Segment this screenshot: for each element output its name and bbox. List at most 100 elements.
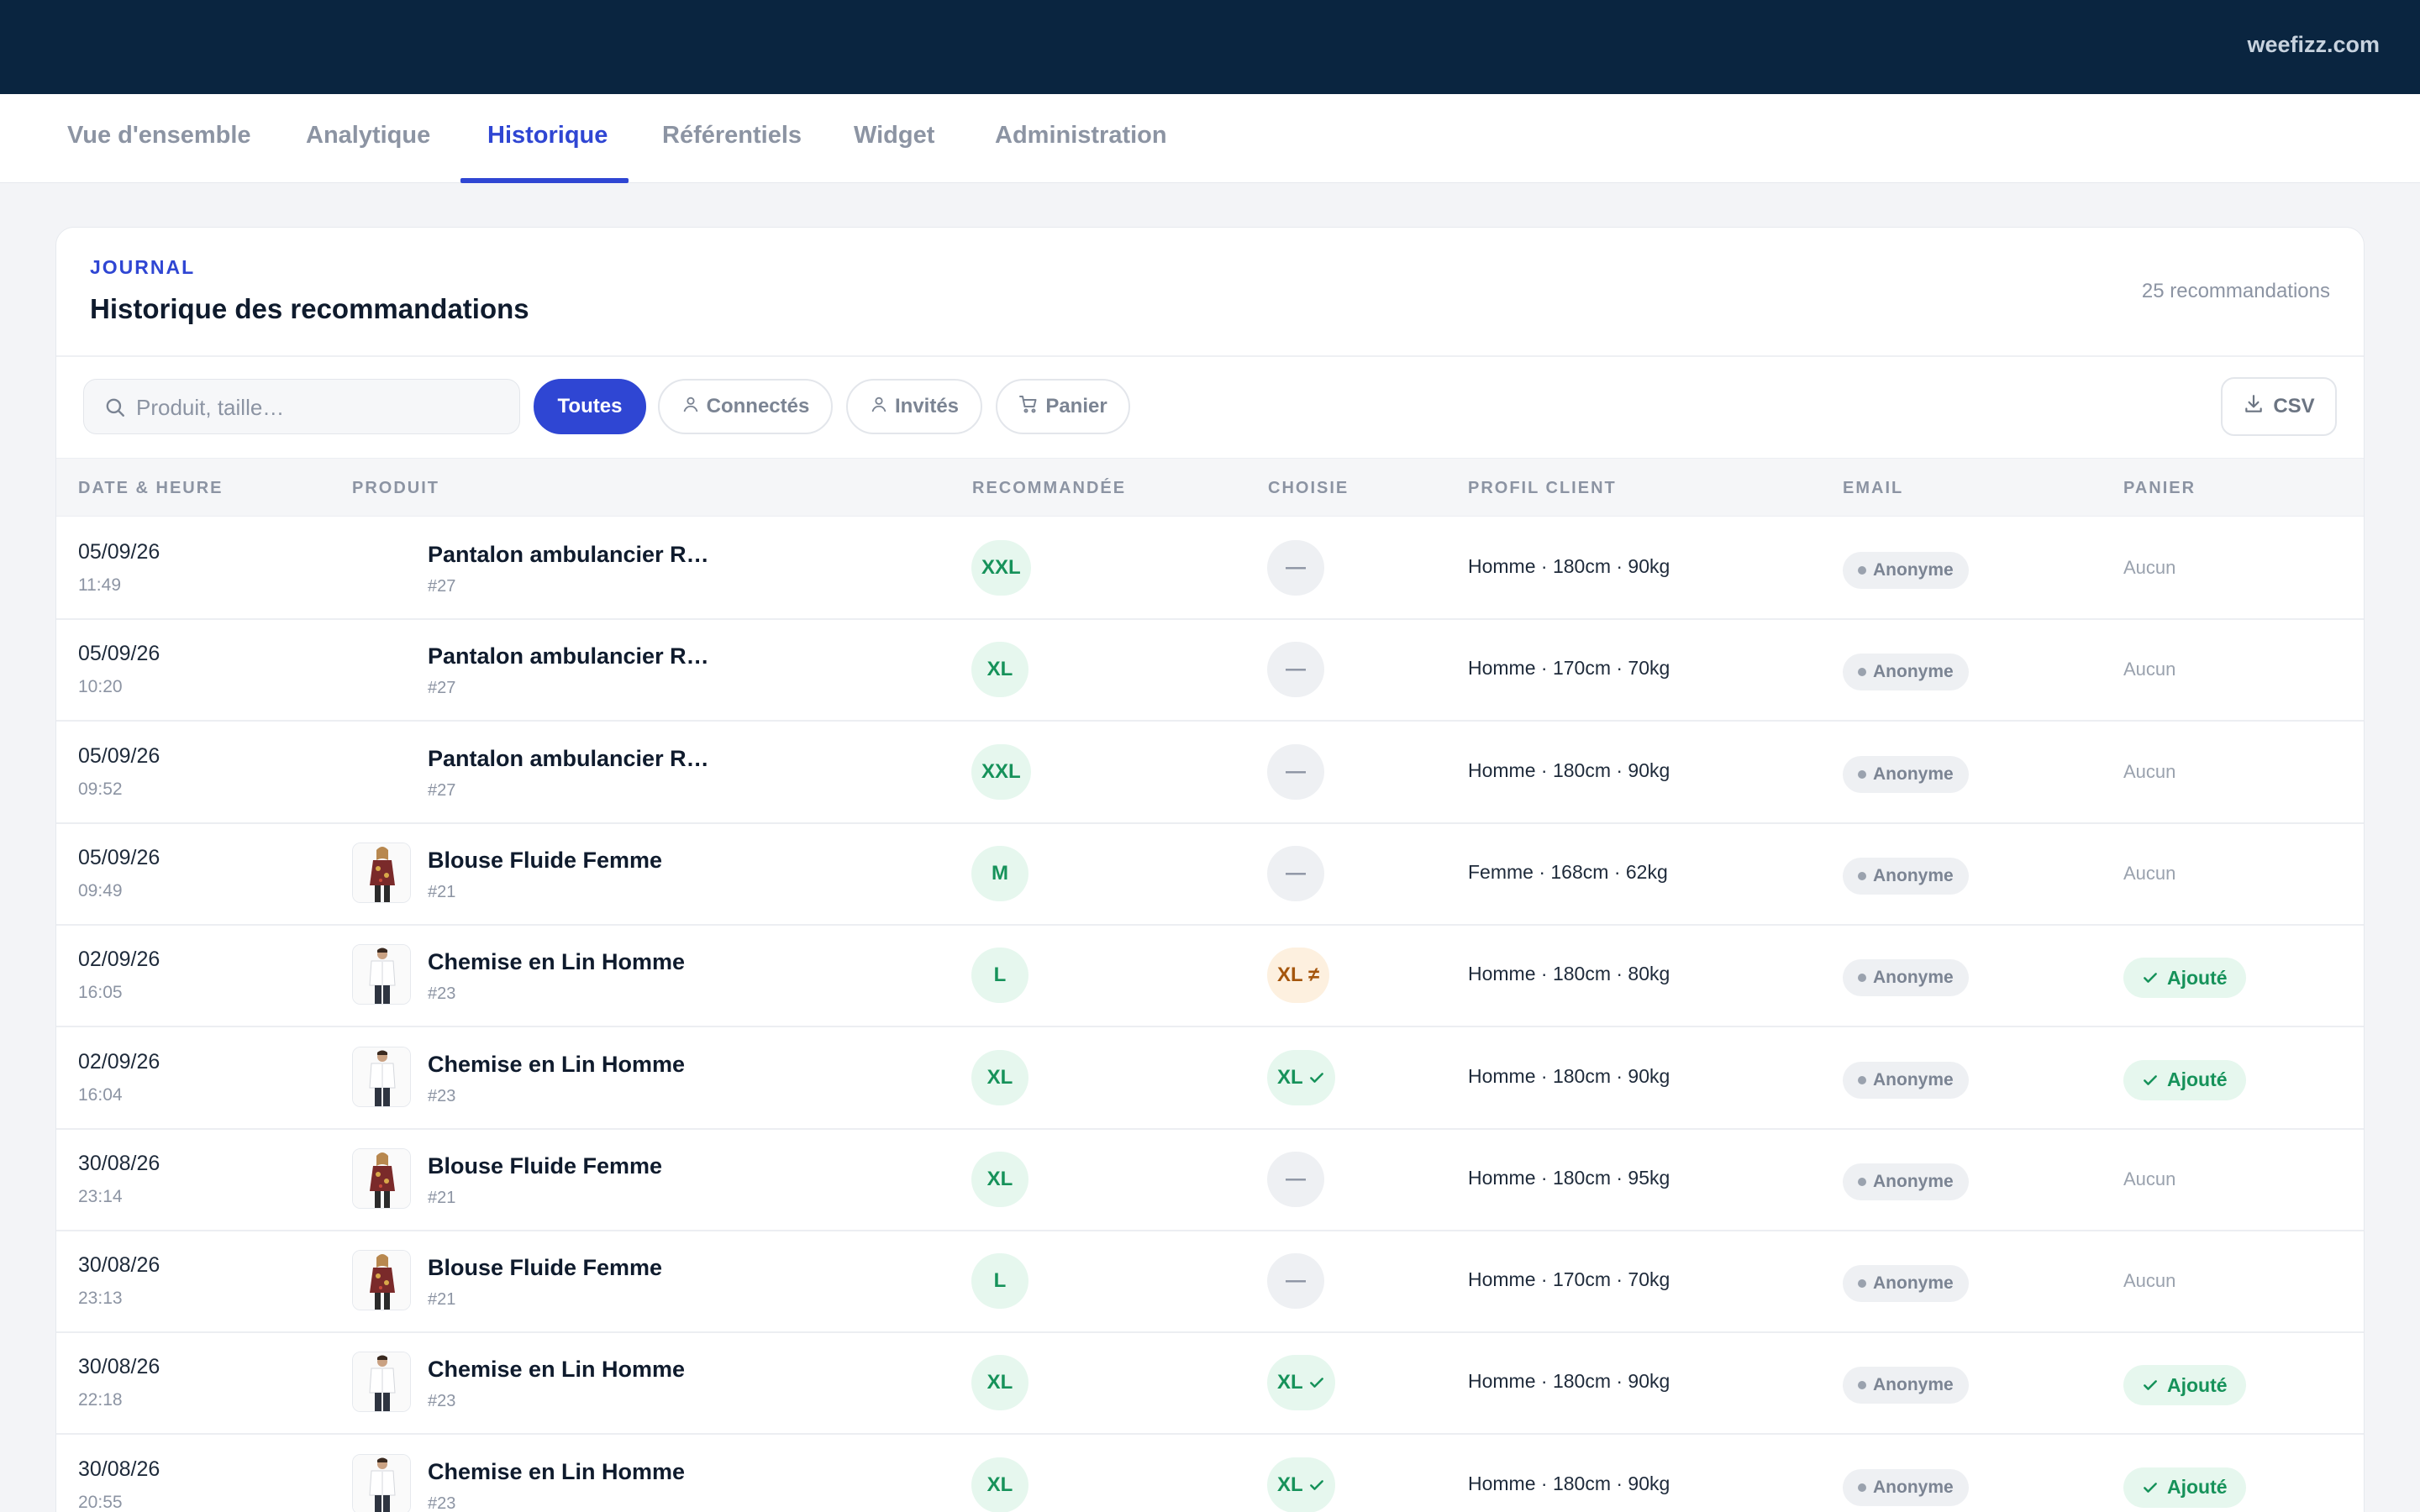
email-badge: Anonyme [1843, 1367, 1969, 1404]
row-date: 05/09/26 [78, 845, 160, 869]
filter-all-button[interactable]: Toutes [534, 379, 646, 434]
client-profile: Homme · 170cm · 70kg [1468, 1268, 1670, 1291]
tab-overview[interactable]: Vue d'ensemble [67, 94, 251, 183]
recommended-size: XL [986, 1371, 1013, 1394]
export-csv-button[interactable]: CSV [2221, 377, 2337, 436]
filter-guests-button[interactable]: Invités [846, 379, 982, 434]
site-domain[interactable]: weefizz.com [2247, 32, 2380, 58]
filter-connected-button[interactable]: Connectés [658, 379, 833, 434]
column-email: EMAIL [1843, 479, 1904, 497]
recommended-size: XL [986, 658, 1013, 681]
tab-history[interactable]: Historique [487, 94, 608, 183]
cart-icon [1018, 394, 1039, 420]
chosen-size-badge: — [1267, 540, 1324, 596]
chosen-size: — [1286, 1269, 1306, 1293]
cart-status-label: Ajouté [2167, 1476, 2228, 1499]
email-badge: Anonyme [1843, 1468, 1969, 1506]
recommended-size-badge: XL [971, 1151, 1028, 1207]
check-icon [2142, 1072, 2159, 1089]
product-thumbnail [352, 944, 411, 1005]
product-id: #21 [428, 882, 456, 901]
table-row[interactable]: 30/08/26 23:13 Blouse Fluide Femme #21 L… [56, 1231, 2364, 1334]
product-name[interactable]: Chemise en Lin Homme [428, 1052, 685, 1078]
chosen-size: — [1286, 861, 1306, 885]
product-name[interactable]: Blouse Fluide Femme [428, 1153, 662, 1179]
chosen-size-badge: XL [1267, 1355, 1335, 1411]
tab-administration[interactable]: Administration [995, 94, 1167, 183]
table-row[interactable]: 30/08/26 23:14 Blouse Fluide Femme #21 X… [56, 1130, 2364, 1231]
filter-cart-button[interactable]: Panier [996, 379, 1130, 434]
tab-referentials[interactable]: Référentiels [662, 94, 802, 183]
recommended-size: XXL [981, 759, 1021, 783]
chosen-size: — [1286, 1167, 1306, 1190]
client-profile: Femme · 168cm · 62kg [1468, 860, 1668, 883]
client-profile: Homme · 180cm · 90kg [1468, 759, 1670, 781]
table-row[interactable]: 05/09/26 11:49 Pantalon ambulancier R… #… [56, 518, 2364, 620]
page-title: Historique des recommandations [90, 293, 529, 324]
product-id: #23 [428, 984, 456, 1004]
product-id: #21 [428, 1188, 456, 1207]
client-profile: Homme · 180cm · 90kg [1468, 555, 1670, 577]
search-box[interactable] [83, 379, 520, 434]
product-id: #21 [428, 1290, 456, 1310]
chosen-size: XL ≠ [1277, 963, 1320, 987]
user-icon [681, 395, 700, 419]
product-thumbnail [352, 1046, 411, 1107]
table-row[interactable]: 05/09/26 10:20 Pantalon ambulancier R… #… [56, 620, 2364, 722]
tab-analytics[interactable]: Analytique [306, 94, 430, 183]
cart-status: Aucun [2123, 1168, 2176, 1189]
client-profile: Homme · 180cm · 80kg [1468, 963, 1670, 985]
chosen-size: — [1286, 556, 1306, 579]
table-row[interactable]: 30/08/26 20:55 Chemise en Lin Homme #23 … [56, 1436, 2364, 1512]
tab-widget[interactable]: Widget [854, 94, 934, 183]
row-date: 02/09/26 [78, 1049, 160, 1074]
recommended-size-badge: XXL [971, 540, 1031, 596]
row-time: 10:20 [78, 677, 123, 697]
recommended-size: M [992, 861, 1008, 885]
column-recommended: RECOMMANDÉE [972, 479, 1127, 497]
recommended-size-badge: M [971, 845, 1028, 901]
product-name[interactable]: Chemise en Lin Homme [428, 1459, 685, 1485]
client-profile: Homme · 180cm · 90kg [1468, 1064, 1670, 1087]
column-product: PRODUIT [352, 479, 439, 497]
product-id: #23 [428, 1086, 456, 1105]
recommended-size-badge: XL [971, 1049, 1028, 1105]
product-name[interactable]: Pantalon ambulancier R… [428, 542, 709, 568]
row-date: 02/09/26 [78, 948, 160, 972]
recommended-size-badge: XL [971, 1457, 1028, 1512]
table-row[interactable]: 02/09/26 16:05 Chemise en Lin Homme #23 … [56, 926, 2364, 1028]
row-time: 20:55 [78, 1492, 123, 1512]
email-badge: Anonyme [1843, 1163, 1969, 1200]
column-profile: PROFIL CLIENT [1468, 479, 1617, 497]
product-name[interactable]: Chemise en Lin Homme [428, 949, 685, 975]
active-tab-indicator [460, 178, 629, 183]
cart-status: Aucun [2123, 557, 2176, 578]
cart-status: Ajouté [2123, 1059, 2246, 1100]
product-thumbnail [352, 1147, 411, 1209]
check-icon [2142, 1377, 2159, 1394]
column-cart: PANIER [2123, 479, 2196, 497]
recommended-size-badge: XL [971, 1355, 1028, 1411]
table-row[interactable]: 05/09/26 09:52 Pantalon ambulancier R… #… [56, 722, 2364, 824]
cart-status-label: Ajouté [2167, 966, 2228, 989]
row-time: 16:05 [78, 983, 123, 1003]
product-name[interactable]: Pantalon ambulancier R… [428, 643, 709, 669]
chosen-size-badge: XL ≠ [1267, 948, 1330, 1004]
chosen-size-badge: — [1267, 642, 1324, 698]
search-icon [104, 396, 126, 423]
product-name[interactable]: Chemise en Lin Homme [428, 1357, 685, 1383]
cart-status: Ajouté [2123, 1365, 2246, 1406]
filter-all-label: Toutes [557, 395, 623, 417]
product-name[interactable]: Blouse Fluide Femme [428, 848, 662, 874]
recommended-size: XXL [981, 556, 1021, 579]
product-name[interactable]: Blouse Fluide Femme [428, 1255, 662, 1281]
table-row[interactable]: 05/09/26 09:49 Blouse Fluide Femme #21 M… [56, 824, 2364, 926]
row-date: 30/08/26 [78, 1151, 160, 1175]
row-time: 16:04 [78, 1084, 123, 1105]
client-profile: Homme · 170cm · 70kg [1468, 657, 1670, 680]
table-row[interactable]: 02/09/26 16:04 Chemise en Lin Homme #23 … [56, 1028, 2364, 1130]
table-row[interactable]: 30/08/26 22:18 Chemise en Lin Homme #23 … [56, 1333, 2364, 1436]
row-time: 23:14 [78, 1186, 123, 1206]
product-name[interactable]: Pantalon ambulancier R… [428, 746, 709, 772]
search-input[interactable] [136, 390, 506, 425]
